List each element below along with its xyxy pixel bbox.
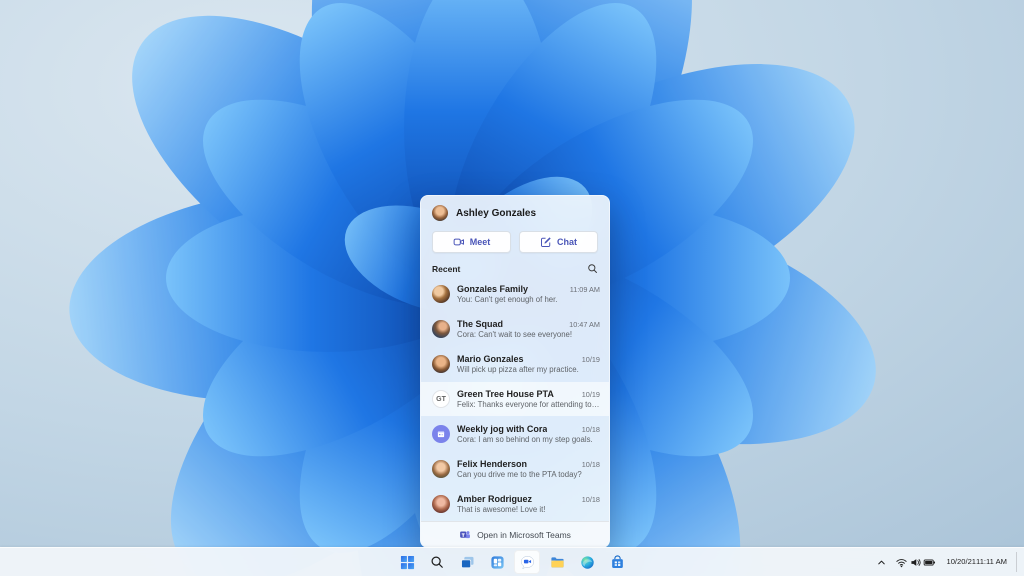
system-tray: 10/20/21 11:11 AM	[873, 548, 1020, 576]
windows-start-icon	[400, 555, 414, 569]
microsoft-store-icon	[611, 554, 623, 568]
conversation-time: 10/18	[581, 459, 600, 469]
conversation-preview: That is awesome! Love it!	[457, 504, 546, 514]
avatar	[432, 320, 450, 339]
conversation-the-squad[interactable]: The Squad 10:47 AM Cora: Can't wait to s…	[421, 312, 609, 347]
file-explorer-icon	[550, 556, 564, 567]
avatar-initials-text: GT	[436, 395, 446, 403]
open-in-teams-label: Open in Microsoft Teams	[477, 529, 571, 540]
volume-icon	[911, 558, 922, 566]
conversation-felix-henderson[interactable]: Felix Henderson 10/18 Can you drive me t…	[421, 451, 609, 486]
avatar	[432, 459, 450, 478]
avatar-initials: GT	[432, 390, 450, 408]
search-icon[interactable]	[587, 263, 598, 274]
desktop: Ashley Gonzales Meet Chat Recent Gonzale…	[0, 0, 1024, 576]
conversation-amber-rodriguez[interactable]: Amber Rodriguez 10/18 That is awesome! L…	[421, 486, 609, 521]
conversation-name: Gonzales Family	[457, 284, 529, 295]
hidden-icons-button[interactable]	[873, 550, 890, 574]
recent-label: Recent	[432, 263, 461, 274]
compose-icon	[541, 237, 551, 247]
teams-icon	[460, 530, 471, 538]
conversation-preview: Will pick up pizza after my practice.	[457, 365, 579, 375]
conversation-name: The Squad	[457, 319, 504, 330]
user-name: Ashley Gonzales	[456, 207, 537, 219]
conversation-time: 10/19	[581, 355, 600, 365]
widgets-icon	[490, 555, 504, 569]
show-desktop-button[interactable]	[1016, 552, 1020, 572]
open-in-teams-button[interactable]: Open in Microsoft Teams	[421, 521, 609, 547]
recent-bar: Recent	[432, 263, 598, 274]
search-button[interactable]	[424, 550, 450, 574]
video-camera-icon	[453, 238, 464, 246]
edge-icon	[580, 555, 594, 569]
search-icon	[431, 556, 443, 568]
conversation-name: Felix Henderson	[457, 458, 528, 469]
meet-button[interactable]: Meet	[432, 231, 511, 253]
conversation-preview: Can you drive me to the PTA today?	[457, 469, 582, 479]
conversation-preview: Cora: Can't wait to see everyone!	[457, 330, 573, 340]
meet-button-label: Meet	[469, 237, 491, 247]
avatar	[432, 494, 450, 513]
calendar-avatar-icon	[432, 424, 450, 443]
tray-date: 10/20/21	[946, 557, 977, 567]
battery-icon	[924, 558, 936, 566]
conversation-mario-gonzales[interactable]: Mario Gonzales 10/19 Will pick up pizza …	[421, 347, 609, 382]
start-button[interactable]	[394, 550, 420, 574]
taskbar: 10/20/21 11:11 AM	[0, 547, 1024, 576]
file-explorer-button[interactable]	[544, 550, 570, 574]
conversation-weekly-jog[interactable]: Weekly jog with Cora 10/18 Cora: I am so…	[421, 416, 609, 451]
teams-chat-flyout: Ashley Gonzales Meet Chat Recent Gonzale…	[420, 195, 610, 548]
conversation-green-tree-house-pta[interactable]: GT Green Tree House PTA 10/19 Felix: Tha…	[421, 381, 609, 417]
conversation-time: 10/18	[581, 494, 600, 504]
task-view-icon	[460, 556, 473, 568]
conversation-preview: You: Can't get enough of her.	[457, 295, 558, 305]
microsoft-store-button[interactable]	[604, 550, 630, 574]
network-volume-battery-button[interactable]	[892, 550, 939, 574]
conversation-preview: Cora: I am so behind on my step goals.	[457, 434, 593, 444]
conversation-time: 10/18	[581, 424, 600, 434]
chevron-up-icon	[878, 560, 886, 564]
chat-button-label: Chat	[557, 237, 577, 247]
clock[interactable]: 10/20/21 11:11 AM	[941, 550, 1012, 574]
flyout-header: Ashley Gonzales	[421, 196, 609, 228]
avatar	[432, 355, 450, 374]
conversation-name: Green Tree House PTA	[457, 389, 554, 399]
chat-button[interactable]: Chat	[519, 231, 598, 253]
conversation-time: 10:47 AM	[569, 320, 600, 330]
taskbar-center-icons	[0, 548, 1024, 576]
chat-button-taskbar[interactable]	[514, 550, 540, 574]
conversation-time: 10/19	[581, 390, 600, 399]
conversation-preview: Felix: Thanks everyone for attending tod…	[457, 400, 600, 409]
edge-button[interactable]	[574, 550, 600, 574]
wifi-icon	[896, 558, 908, 567]
teams-chat-icon	[520, 555, 534, 569]
tray-time: 11:11 AM	[976, 557, 1007, 567]
task-view-button[interactable]	[454, 550, 480, 574]
conversation-name: Mario Gonzales	[457, 354, 524, 365]
conversation-time: 11:09 AM	[569, 285, 600, 295]
flyout-actions: Meet Chat	[432, 231, 598, 253]
widgets-button[interactable]	[484, 550, 510, 574]
conversation-gonzales-family[interactable]: Gonzales Family 11:09 AM You: Can't get …	[421, 277, 609, 312]
conversation-name: Weekly jog with Cora	[457, 423, 548, 434]
avatar	[432, 285, 450, 304]
user-avatar[interactable]	[432, 205, 448, 221]
conversation-list: Gonzales Family 11:09 AM You: Can't get …	[421, 277, 609, 521]
conversation-name: Amber Rodriguez	[457, 493, 533, 504]
